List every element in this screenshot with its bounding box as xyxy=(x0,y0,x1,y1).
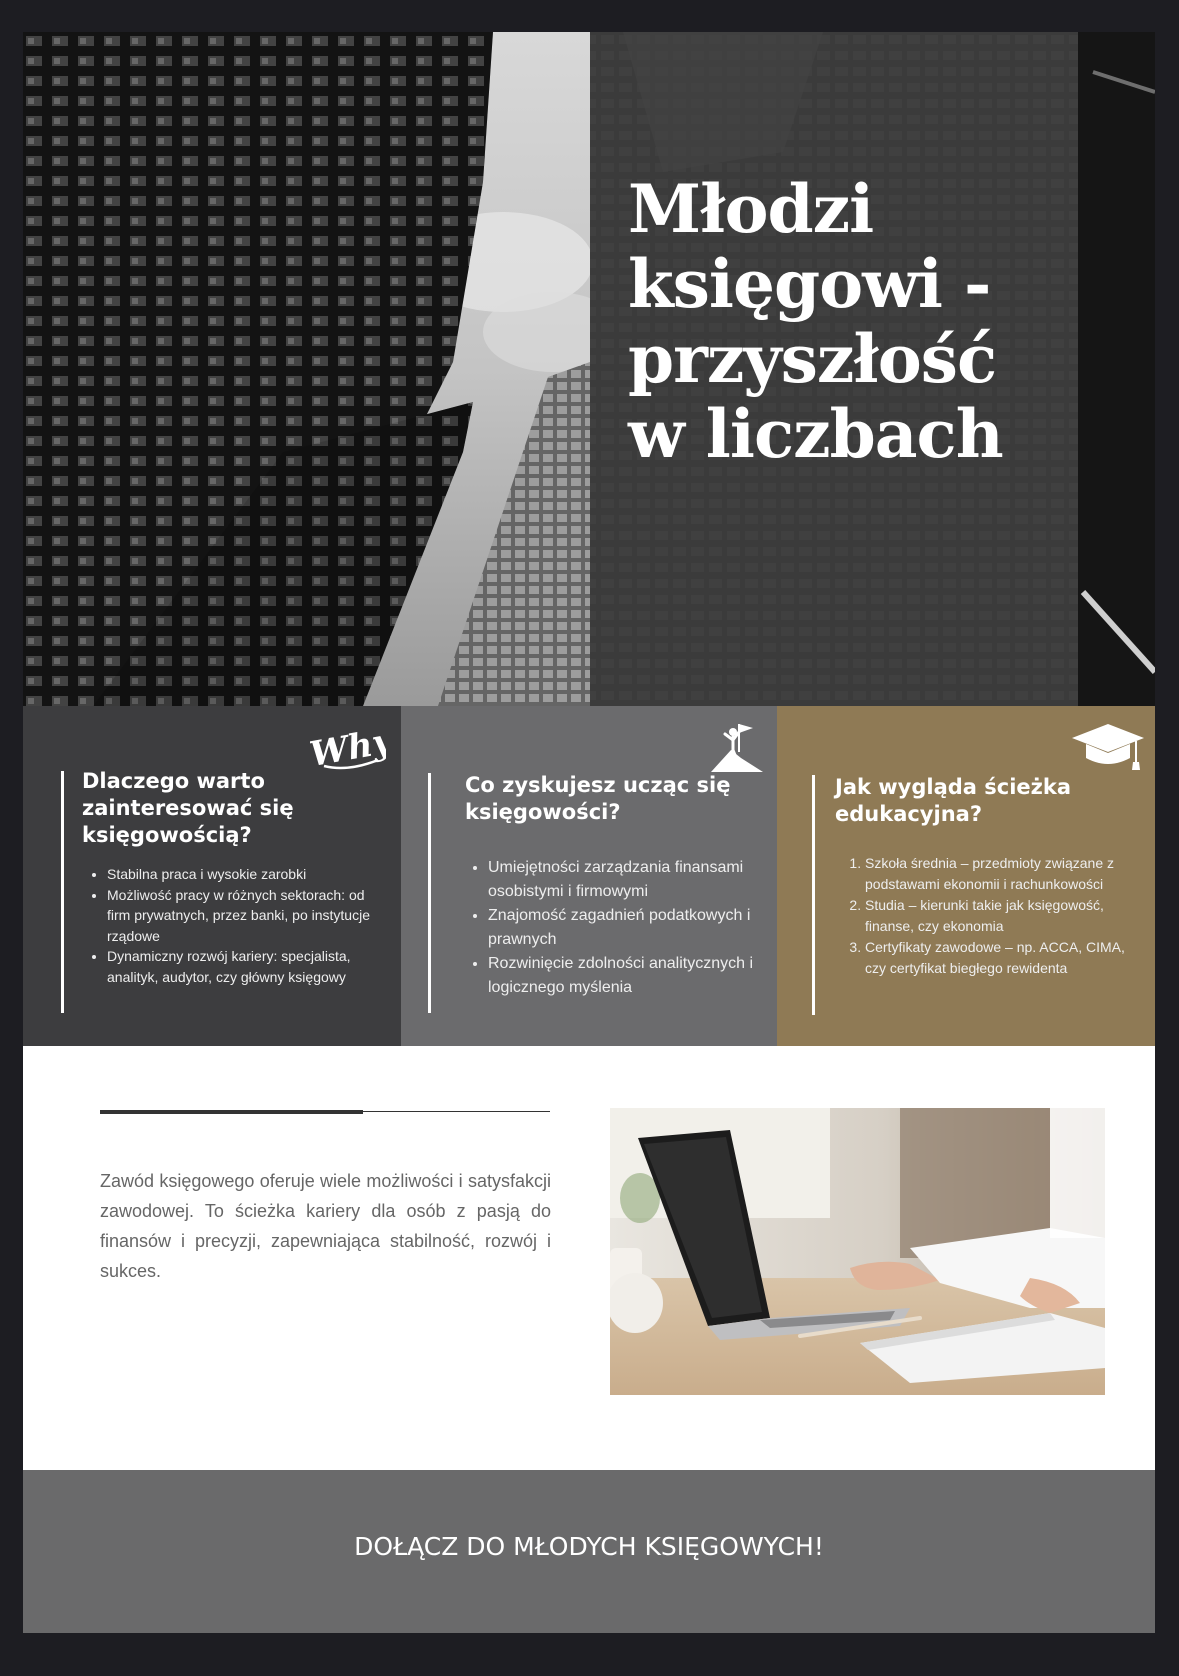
list-item: Umiejętności zarządzania finansami osobi… xyxy=(488,856,763,904)
accent-line xyxy=(428,773,431,1013)
divider-thick xyxy=(100,1110,363,1114)
page-title: Młodzi księgowi - przyszłość w liczbach xyxy=(628,170,1004,473)
poster-page: Młodzi księgowi - przyszłość w liczbach … xyxy=(23,32,1155,1633)
cta-text: DOŁĄCZ DO MŁODYCH KSIĘGOWYCH! xyxy=(354,1532,824,1561)
gains-list: Umiejętności zarządzania finansami osobi… xyxy=(488,856,763,1000)
intro-paragraph: Zawód księgowego oferuje wiele możliwośc… xyxy=(100,1171,551,1281)
list-item: Studia – kierunki takie jak księgowość, … xyxy=(865,895,1135,937)
box-heading: Co zyskujesz ucząc się księgowości? xyxy=(465,773,731,824)
list-item: Znajomość zagadnień podatkowych i prawny… xyxy=(488,904,763,952)
accent-line xyxy=(61,771,64,1013)
title-panel: Młodzi księgowi - przyszłość w liczbach xyxy=(590,32,1078,706)
benefits-list: Stabilna praca i wysokie zarobki Możliwo… xyxy=(107,864,387,987)
box-heading: Jak wygląda ścieżka edukacyjna? xyxy=(835,775,1072,826)
list-item: Szkoła średnia – przedmioty związane z p… xyxy=(865,853,1135,895)
list-item: Stabilna praca i wysokie zarobki xyxy=(107,864,387,885)
list-item: Możliwość pracy w różnych sektorach: od … xyxy=(107,885,387,947)
summit-flag-icon xyxy=(711,724,763,772)
list-item: Rozwinięcie zdolności analitycznych i lo… xyxy=(488,952,763,1000)
info-box-gains: Co zyskujesz ucząc się księgowości? Umie… xyxy=(401,706,777,1046)
list-item: Certyfikaty zawodowe – np. ACCA, CIMA, c… xyxy=(865,937,1135,979)
info-row: Why? Dlaczego warto zainteresować się ks… xyxy=(23,706,1155,1046)
accent-line xyxy=(812,775,815,1015)
why-icon-label: Why? xyxy=(308,720,386,774)
list-item: Dynamiczny rozwój kariery: specjalista, … xyxy=(107,946,387,987)
box-heading: Dlaczego warto zainteresować się księgow… xyxy=(82,769,294,847)
hero-section: Młodzi księgowi - przyszłość w liczbach xyxy=(23,32,1155,706)
graduation-cap-icon xyxy=(1072,724,1144,770)
divider-thin xyxy=(363,1111,550,1112)
education-steps-list: Szkoła średnia – przedmioty związane z p… xyxy=(865,853,1135,979)
info-box-why: Why? Dlaczego warto zainteresować się ks… xyxy=(23,706,401,1046)
laptop-photo xyxy=(610,1108,1105,1395)
laptop-photo-image xyxy=(610,1108,1105,1395)
footer-banner: DOŁĄCZ DO MŁODYCH KSIĘGOWYCH! xyxy=(23,1470,1155,1633)
why-question-icon: Why? xyxy=(308,720,386,774)
info-box-education: Jak wygląda ścieżka edukacyjna? Szkoła ś… xyxy=(777,706,1155,1046)
